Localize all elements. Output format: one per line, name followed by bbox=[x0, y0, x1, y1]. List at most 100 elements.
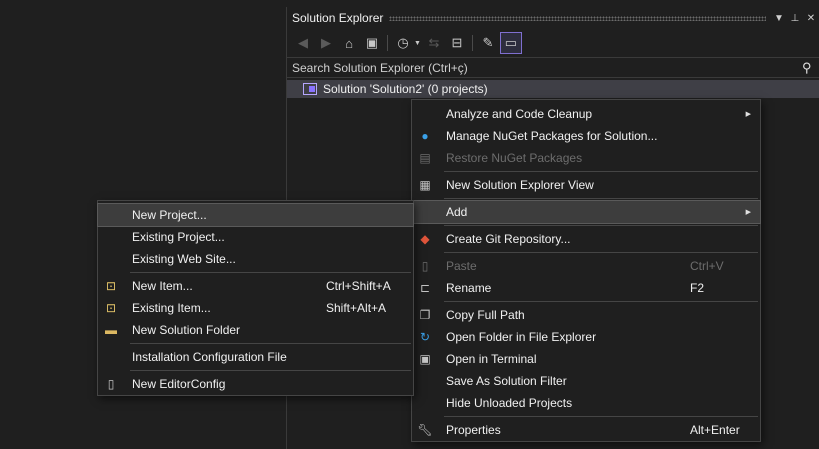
menu-item-label: New Solution Explorer View bbox=[446, 178, 594, 192]
menu-item-shortcut: Ctrl+Shift+A bbox=[326, 279, 391, 293]
pending-changes-filter-icon[interactable]: ◷ bbox=[393, 33, 413, 53]
wrench-icon: 🔧︎ bbox=[417, 423, 433, 437]
menu-separator bbox=[130, 370, 411, 371]
menu-item-label: Open Folder in File Explorer bbox=[446, 330, 597, 344]
properties-wrench-icon[interactable]: ✎ bbox=[478, 33, 498, 53]
menu-separator bbox=[444, 225, 758, 226]
menu-item-existing-item[interactable]: ⊡ Existing Item... Shift+Alt+A bbox=[98, 297, 413, 319]
copy-icon: ❐ bbox=[419, 308, 431, 322]
nuget-icon: ● bbox=[421, 129, 429, 143]
add-submenu: New Project... Existing Project... Exist… bbox=[97, 200, 414, 396]
solution-label: Solution 'Solution2' (0 projects) bbox=[323, 82, 488, 96]
toolbar-separator bbox=[471, 35, 473, 51]
menu-separator bbox=[444, 171, 758, 172]
menu-item-label: Open in Terminal bbox=[446, 352, 537, 366]
menu-item-hide-unloaded-projects[interactable]: Hide Unloaded Projects bbox=[412, 392, 760, 414]
menu-item-label: Create Git Repository... bbox=[446, 232, 571, 246]
new-view-icon: ▦ bbox=[419, 178, 431, 192]
folder-icon: ▬ bbox=[105, 323, 117, 337]
menu-item-new-editorconfig[interactable]: ▯ New EditorConfig bbox=[98, 373, 413, 395]
menu-item-paste[interactable]: ▯ Paste Ctrl+V bbox=[412, 255, 760, 277]
terminal-icon: ▣ bbox=[419, 352, 431, 366]
menu-item-label: New Item... bbox=[132, 279, 193, 293]
chevron-down-icon[interactable]: ▼ bbox=[414, 40, 421, 47]
menu-item-new-item[interactable]: ⊡ New Item... Ctrl+Shift+A bbox=[98, 275, 413, 297]
menu-separator bbox=[444, 252, 758, 253]
menu-item-label: New EditorConfig bbox=[132, 377, 226, 391]
collapse-all-icon[interactable]: ⊟ bbox=[447, 33, 467, 53]
menu-item-label: Installation Configuration File bbox=[132, 350, 287, 364]
menu-item-shortcut: F2 bbox=[690, 281, 705, 295]
menu-item-open-in-terminal[interactable]: ▣ Open in Terminal bbox=[412, 348, 760, 370]
menu-item-label: Save As Solution Filter bbox=[446, 374, 567, 388]
menu-item-label: Existing Item... bbox=[132, 301, 211, 315]
menu-item-restore-nuget[interactable]: ▤ Restore NuGet Packages bbox=[412, 147, 760, 169]
tree-item-solution[interactable]: Solution 'Solution2' (0 projects) bbox=[287, 80, 819, 98]
menu-item-shortcut: Alt+Enter bbox=[690, 423, 740, 437]
forward-icon[interactable]: ▶ bbox=[316, 33, 336, 53]
menu-item-save-as-solution-filter[interactable]: Save As Solution Filter bbox=[412, 370, 760, 392]
close-icon[interactable]: ✕ bbox=[804, 13, 818, 24]
menu-item-manage-nuget[interactable]: ● Manage NuGet Packages for Solution... bbox=[412, 125, 760, 147]
menu-separator bbox=[444, 416, 758, 417]
back-icon[interactable]: ◀ bbox=[293, 33, 313, 53]
solution-tree: Solution 'Solution2' (0 projects) bbox=[287, 80, 819, 99]
menu-item-rename[interactable]: ⊏ Rename F2 bbox=[412, 277, 760, 299]
menu-item-installation-configuration-file[interactable]: Installation Configuration File bbox=[98, 346, 413, 368]
menu-item-shortcut: Shift+Alt+A bbox=[326, 301, 387, 315]
solution-icon bbox=[303, 83, 317, 95]
solution-explorer-title-bar: Solution Explorer ▼ ⊥ ✕ bbox=[287, 7, 819, 29]
document-icon: ▯ bbox=[107, 377, 115, 391]
menu-item-existing-project[interactable]: Existing Project... bbox=[98, 226, 413, 248]
solution-context-menu: Analyze and Code Cleanup ▶ ● Manage NuGe… bbox=[411, 99, 761, 442]
chevron-right-icon: ▶ bbox=[745, 111, 751, 118]
menu-item-label: New Solution Folder bbox=[132, 323, 241, 337]
new-item-icon: ⊡ bbox=[105, 279, 117, 293]
home-icon[interactable]: ⌂ bbox=[339, 33, 359, 53]
menu-item-label: Existing Web Site... bbox=[132, 252, 236, 266]
solution-explorer-toolbar: ◀ ▶ ⌂ ▣ ◷ ▼ ⇆ ⊟ ✎ ▭ bbox=[287, 31, 522, 55]
open-folder-arrow-icon: ↻ bbox=[419, 330, 431, 344]
menu-separator bbox=[444, 301, 758, 302]
paste-icon: ▯ bbox=[421, 259, 429, 273]
search-icon[interactable]: ⚲ bbox=[802, 60, 819, 76]
menu-item-create-git-repository[interactable]: ◆ Create Git Repository... bbox=[412, 228, 760, 250]
menu-item-copy-full-path[interactable]: ❐ Copy Full Path bbox=[412, 304, 760, 326]
switch-views-icon[interactable]: ▣ bbox=[362, 33, 382, 53]
title-bar-grip[interactable] bbox=[389, 15, 766, 21]
search-input[interactable]: Search Solution Explorer (Ctrl+ç) bbox=[287, 61, 802, 75]
menu-item-label: Properties bbox=[446, 423, 501, 437]
menu-item-label: Existing Project... bbox=[132, 230, 225, 244]
solution-explorer-title: Solution Explorer bbox=[292, 11, 384, 25]
menu-item-add[interactable]: Add ▶ bbox=[411, 200, 761, 224]
window-position-dropdown-icon[interactable]: ▼ bbox=[772, 13, 786, 24]
menu-item-label: Hide Unloaded Projects bbox=[446, 396, 573, 410]
menu-item-label: Add bbox=[446, 205, 468, 219]
menu-item-label: Manage NuGet Packages for Solution... bbox=[446, 129, 658, 143]
menu-item-label: Analyze and Code Cleanup bbox=[446, 107, 593, 121]
menu-item-new-solution-explorer-view[interactable]: ▦ New Solution Explorer View bbox=[412, 174, 760, 196]
menu-item-existing-web-site[interactable]: Existing Web Site... bbox=[98, 248, 413, 270]
toolbar-separator bbox=[387, 35, 388, 51]
menu-separator bbox=[130, 343, 411, 344]
menu-item-open-folder-in-file-explorer[interactable]: ↻ Open Folder in File Explorer bbox=[412, 326, 760, 348]
menu-item-analyze-code-cleanup[interactable]: Analyze and Code Cleanup ▶ bbox=[412, 103, 760, 125]
menu-item-label: Paste bbox=[446, 259, 477, 273]
existing-item-icon: ⊡ bbox=[105, 301, 117, 315]
menu-item-properties[interactable]: 🔧︎ Properties Alt+Enter bbox=[412, 419, 760, 441]
menu-item-label: Restore NuGet Packages bbox=[446, 151, 583, 165]
menu-item-label: Copy Full Path bbox=[446, 308, 525, 322]
menu-item-label: New Project... bbox=[132, 208, 207, 222]
search-bar[interactable]: Search Solution Explorer (Ctrl+ç) ⚲ bbox=[287, 57, 819, 78]
restore-packages-icon: ▤ bbox=[419, 151, 431, 165]
menu-item-new-solution-folder[interactable]: ▬ New Solution Folder bbox=[98, 319, 413, 341]
pin-icon[interactable]: ⊥ bbox=[788, 13, 802, 24]
preview-selected-items-icon[interactable]: ▭ bbox=[499, 32, 522, 54]
chevron-right-icon: ▶ bbox=[745, 209, 751, 216]
menu-item-new-project[interactable]: New Project... bbox=[97, 203, 414, 227]
menu-item-shortcut: Ctrl+V bbox=[690, 259, 724, 273]
git-icon: ◆ bbox=[420, 232, 430, 246]
menu-separator bbox=[130, 272, 411, 273]
menu-separator bbox=[444, 198, 758, 199]
sync-with-active-document-icon[interactable]: ⇆ bbox=[424, 33, 444, 53]
